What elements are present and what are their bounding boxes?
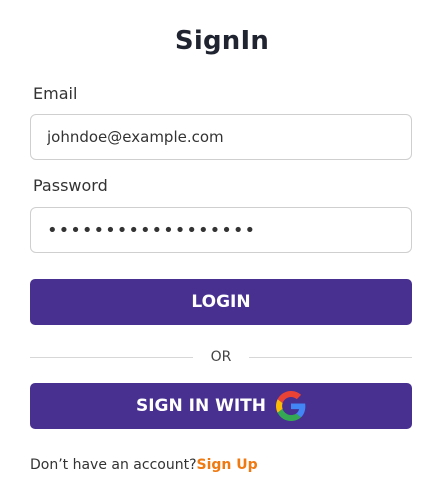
signup-prompt-text: Don’t have an account? <box>30 457 197 473</box>
google-button-label: SIGN IN WITH <box>135 396 267 416</box>
login-button[interactable]: LOGIN <box>30 279 412 325</box>
divider-line-left <box>30 356 193 358</box>
signup-link[interactable]: Sign Up <box>197 457 258 473</box>
password-field[interactable] <box>30 207 412 253</box>
password-label: Password <box>33 176 108 195</box>
page-title: SignIn <box>174 26 270 56</box>
divider-text: OR <box>210 349 232 365</box>
google-logo-svg <box>276 391 306 421</box>
or-divider: OR <box>30 346 412 368</box>
email-label: Email <box>33 84 78 103</box>
email-field[interactable] <box>30 114 412 160</box>
login-button-label: LOGIN <box>191 292 251 312</box>
signin-card: SignIn Email Password LOGIN OR SIGN IN W… <box>0 0 444 501</box>
google-icon <box>276 391 306 421</box>
signup-prompt: Don’t have an account?Sign Up <box>30 457 258 473</box>
google-signin-button[interactable]: SIGN IN WITH <box>30 383 412 429</box>
divider-line-right <box>249 356 412 358</box>
